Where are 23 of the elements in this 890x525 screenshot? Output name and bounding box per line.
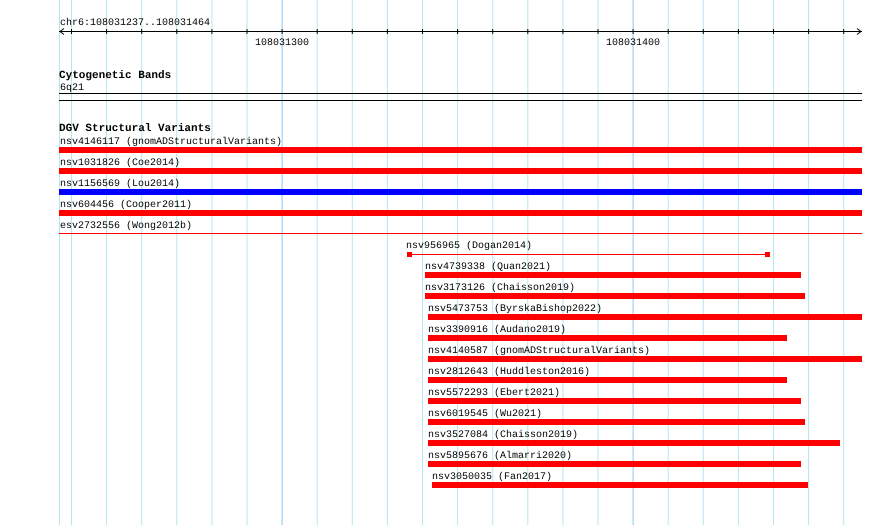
variant-label: nsv5473753 (ByrskaBishop2022): [428, 304, 602, 315]
variant-label: nsv3527084 (Chaisson2019): [428, 430, 578, 441]
variant-label: nsv4140587 (gnomADStructuralVariants): [428, 346, 650, 357]
variant-label: nsv1031826 (Coe2014): [60, 158, 180, 169]
track-title: Cytogenetic Bands: [59, 70, 172, 82]
ruler-position-label: chr6:108031237..108031464: [60, 18, 210, 29]
variant-label: nsv6019545 (Wu2021): [428, 409, 542, 420]
variant-label: nsv4146117 (gnomADStructuralVariants): [60, 137, 282, 148]
variant-label: nsv604456 (Cooper2011): [60, 200, 192, 211]
variant-label: esv2732556 (Wong2012b): [60, 221, 192, 232]
variant-label: nsv3390916 (Audano2019): [428, 325, 566, 336]
band-label: 6q21: [60, 83, 84, 94]
variant-label: nsv5895676 (Almarri2020): [428, 451, 572, 462]
variant-label: nsv4739338 (Quan2021): [425, 262, 552, 273]
tick-label: 108031300: [255, 38, 309, 49]
variant-label: nsv3173126 (Chaisson2019): [425, 283, 576, 294]
track-title: DGV Structural Variants: [59, 123, 211, 135]
tick-label: 108031400: [606, 38, 660, 49]
variant-label: nsv5572293 (Ebert2021): [428, 388, 560, 399]
variant-label: nsv956965 (Dogan2014): [406, 241, 532, 252]
variant-label: nsv3050035 (Fan2017): [432, 472, 552, 483]
variant-label: nsv1156569 (Lou2014): [60, 179, 180, 190]
variant-label: nsv2812643 (Huddleston2016): [428, 367, 590, 378]
